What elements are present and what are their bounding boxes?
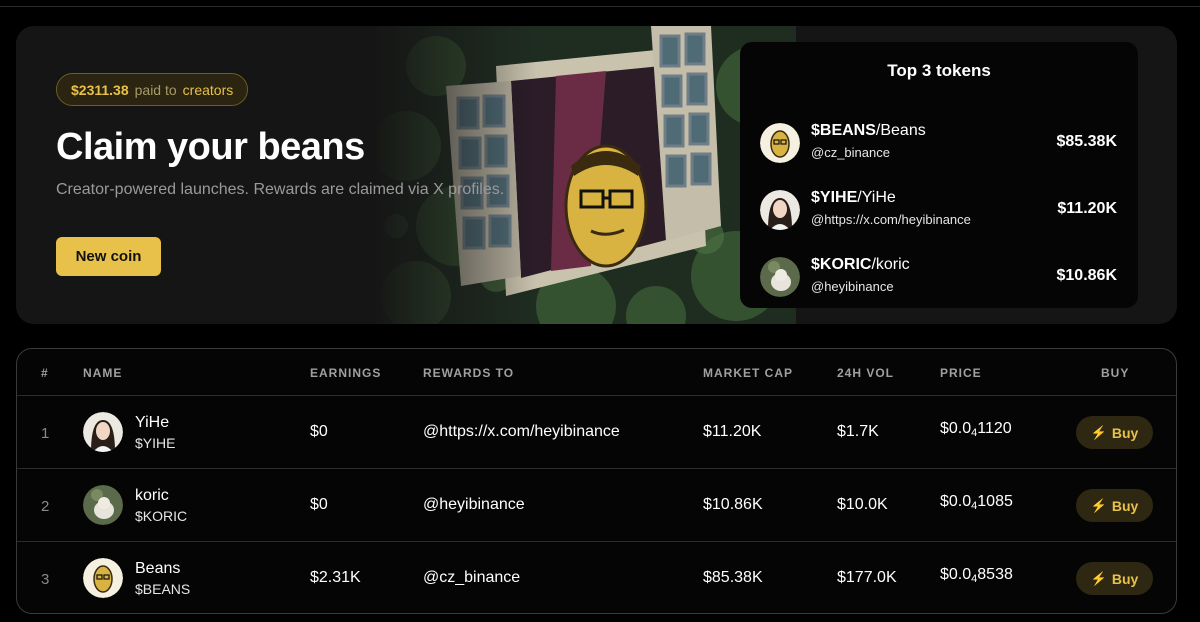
row-index: 3: [41, 571, 50, 588]
volume-value: $1.7K: [837, 423, 879, 440]
token-symbol: $BEANS: [811, 122, 876, 139]
dog-avatar: [760, 257, 800, 297]
price-value: $0.041085: [940, 493, 1013, 512]
rewards-to-value: @heyibinance: [423, 496, 525, 513]
market-cap-value: $11.20K: [703, 423, 762, 440]
column-header-buy: BUY: [1101, 366, 1130, 380]
token-symbol: $KORIC: [135, 508, 188, 524]
token-handle: @heyibinance: [811, 279, 894, 294]
token-value: $10.86K: [1056, 267, 1118, 284]
table-row[interactable]: 3 Beans $BEANS $2.31K @cz_binance $85.38…: [17, 543, 1176, 613]
row-index: 2: [41, 498, 50, 515]
earnings-value: $2.31K: [310, 569, 361, 586]
price-value: $0.041120: [940, 420, 1012, 439]
top-token-item[interactable]: $KORIC/koric @heyibinance $10.86K: [760, 256, 1120, 298]
token-symbol: $KORIC: [811, 256, 872, 273]
column-header-name: NAME: [83, 366, 123, 380]
paid-amount: $2311.38: [71, 81, 129, 98]
token-symbol: $YIHE: [811, 189, 858, 206]
lightning-icon: ⚡: [1090, 497, 1107, 513]
creators-link[interactable]: creators: [183, 82, 234, 98]
row-index: 1: [41, 425, 50, 442]
hero-banner: $2311.38 paid to creators Claim your bea…: [16, 26, 1177, 324]
column-header-market-cap: MARKET CAP: [703, 366, 793, 380]
bean-avatar: [83, 558, 123, 598]
rewards-to-value: @https://x.com/heyibinance: [423, 423, 620, 440]
table-row[interactable]: 2 koric $KORIC $0 @heyibinance $10.86K $…: [17, 470, 1176, 542]
lightning-icon: ⚡: [1090, 570, 1107, 586]
token-name: YiHe: [135, 414, 170, 431]
column-header-number: #: [41, 366, 49, 380]
token-handle: @https://x.com/heyibinance: [811, 212, 971, 227]
new-coin-button[interactable]: New coin: [56, 237, 161, 276]
token-name: /Beans: [875, 122, 926, 139]
token-value: $11.20K: [1057, 200, 1117, 217]
column-header-price: PRICE: [940, 366, 982, 380]
paid-to-creators-badge: $2311.38 paid to creators: [56, 73, 249, 106]
tokens-table: # NAME EARNINGS REWARDS TO MARKET CAP 24…: [16, 348, 1177, 614]
token-name: Beans: [135, 560, 181, 577]
top-tokens-panel: Top 3 tokens $BEANS/Beans @cz_binance $8…: [740, 42, 1138, 308]
earnings-value: $0: [310, 496, 328, 513]
top-divider: [0, 6, 1200, 7]
table-row[interactable]: 1 YiHe $YIHE $0 @https://x.com/heyibinan…: [17, 397, 1176, 469]
earnings-value: $0: [310, 423, 328, 440]
hero-fade-overlay: [16, 26, 536, 324]
lightning-icon: ⚡: [1090, 424, 1107, 440]
buy-button[interactable]: ⚡ Buy: [1076, 416, 1153, 449]
token-value: $85.38K: [1056, 133, 1118, 150]
token-name: koric: [135, 487, 169, 504]
bean-avatar: [760, 123, 800, 163]
column-header-volume: 24H VOL: [837, 366, 895, 380]
top-tokens-title: Top 3 tokens: [887, 61, 991, 80]
buy-button[interactable]: ⚡ Buy: [1076, 489, 1153, 522]
person-avatar: [83, 412, 123, 452]
volume-value: $10.0K: [837, 496, 888, 513]
buy-button[interactable]: ⚡ Buy: [1076, 562, 1153, 595]
token-handle: @cz_binance: [811, 145, 890, 160]
market-cap-value: $85.38K: [703, 569, 763, 586]
column-header-earnings: EARNINGS: [310, 366, 382, 380]
rewards-to-value: @cz_binance: [423, 569, 521, 586]
column-header-rewards: REWARDS TO: [423, 366, 515, 380]
token-name: /YiHe: [857, 189, 896, 206]
paid-text: paid to: [134, 81, 177, 98]
token-symbol: $YIHE: [135, 435, 176, 451]
person-avatar: [760, 190, 800, 230]
top-token-item[interactable]: $YIHE/YiHe @https://x.com/heyibinance $1…: [760, 189, 1120, 231]
token-symbol: $BEANS: [135, 581, 191, 597]
token-name: /koric: [871, 256, 910, 273]
hero-subtitle: Creator-powered launches. Rewards are cl…: [56, 181, 505, 198]
hero-title: Claim your beans: [56, 126, 365, 168]
price-value: $0.048538: [940, 566, 1013, 585]
dog-avatar: [83, 485, 123, 525]
volume-value: $177.0K: [837, 569, 897, 586]
table-header: # NAME EARNINGS REWARDS TO MARKET CAP 24…: [17, 349, 1176, 396]
top-token-item[interactable]: $BEANS/Beans @cz_binance $85.38K: [760, 122, 1120, 164]
market-cap-value: $10.86K: [703, 496, 763, 513]
